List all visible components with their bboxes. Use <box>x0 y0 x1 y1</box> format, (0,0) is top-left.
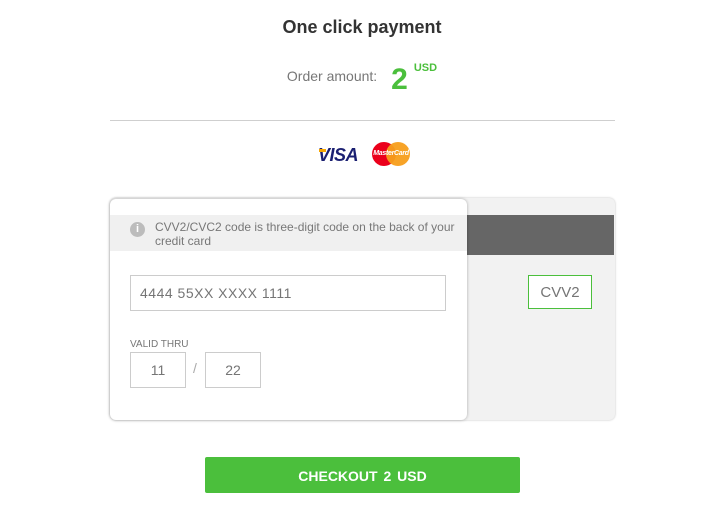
card-front: i CVV2/CVC2 code is three-digit code on … <box>110 199 467 420</box>
order-amount-label: Order amount: <box>286 68 378 84</box>
order-amount-value: 2 <box>391 63 408 96</box>
cvv-notice: i CVV2/CVC2 code is three-digit code on … <box>110 215 467 251</box>
expiry-separator: / <box>193 360 197 376</box>
checkout-button[interactable]: CHECKOUT 2 USD <box>205 457 520 493</box>
card-logos: VISA MasterCard <box>318 140 418 170</box>
mastercard-logo-text: MasterCard <box>373 150 409 157</box>
expiry-year-input[interactable] <box>205 352 261 388</box>
cvv-notice-text: CVV2/CVC2 code is three-digit code on th… <box>155 220 455 248</box>
magnetic-stripe <box>460 215 614 255</box>
visa-logo: VISA <box>318 145 359 165</box>
page-title: One click payment <box>282 17 442 37</box>
order-amount-currency: USD <box>413 62 438 74</box>
divider <box>110 120 615 121</box>
mastercard-logo: MasterCard <box>372 142 410 166</box>
expiry-month-input[interactable] <box>130 352 186 388</box>
order-amount-row: Order amount: 2 USD <box>0 62 724 97</box>
info-icon: i <box>130 222 145 237</box>
cvv-input[interactable] <box>528 275 592 309</box>
valid-thru-label: VALID THRU <box>130 339 189 350</box>
card-number-input[interactable] <box>130 275 446 311</box>
